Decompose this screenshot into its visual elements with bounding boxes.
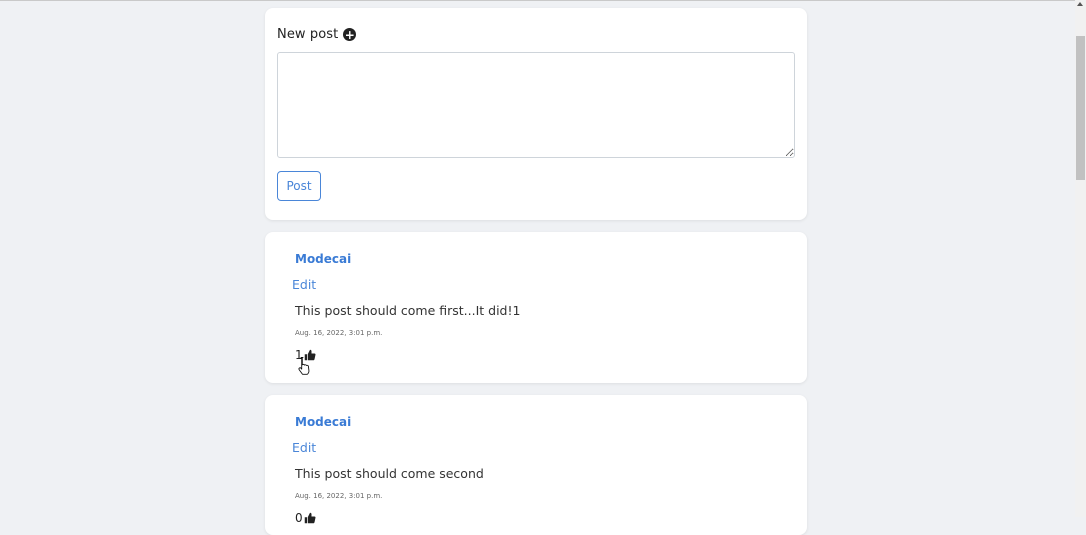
post-timestamp: Aug. 16, 2022, 3:01 p.m. [295, 492, 383, 500]
scrollbar-thumb[interactable] [1076, 36, 1085, 180]
top-border [0, 0, 1075, 1]
post-author-link[interactable]: Modecai [295, 252, 351, 266]
plus-circle-icon[interactable]: + [343, 28, 357, 41]
post-card: Modecai Edit This post should come first… [265, 232, 807, 383]
post-body: This post should come second [295, 466, 484, 481]
new-post-card: New post + Post [265, 8, 807, 220]
hand-cursor-icon [298, 357, 310, 375]
edit-link[interactable]: Edit [292, 440, 316, 455]
post-card: Modecai Edit This post should come secon… [265, 395, 807, 535]
like-control[interactable]: 0 [295, 511, 316, 525]
vertical-scrollbar[interactable] [1075, 0, 1086, 517]
post-button[interactable]: Post [277, 171, 321, 201]
thumbs-up-icon[interactable] [304, 512, 316, 524]
post-timestamp: Aug. 16, 2022, 3:01 p.m. [295, 329, 383, 337]
scroll-up-arrow-icon[interactable] [1077, 2, 1083, 6]
post-body: This post should come first...It did!1 [295, 303, 521, 318]
post-author-link[interactable]: Modecai [295, 415, 351, 429]
post-content-textarea[interactable] [277, 52, 795, 158]
like-count: 0 [295, 511, 303, 525]
edit-link[interactable]: Edit [292, 277, 316, 292]
new-post-heading: New post + [277, 27, 357, 42]
new-post-title: New post [277, 27, 339, 42]
